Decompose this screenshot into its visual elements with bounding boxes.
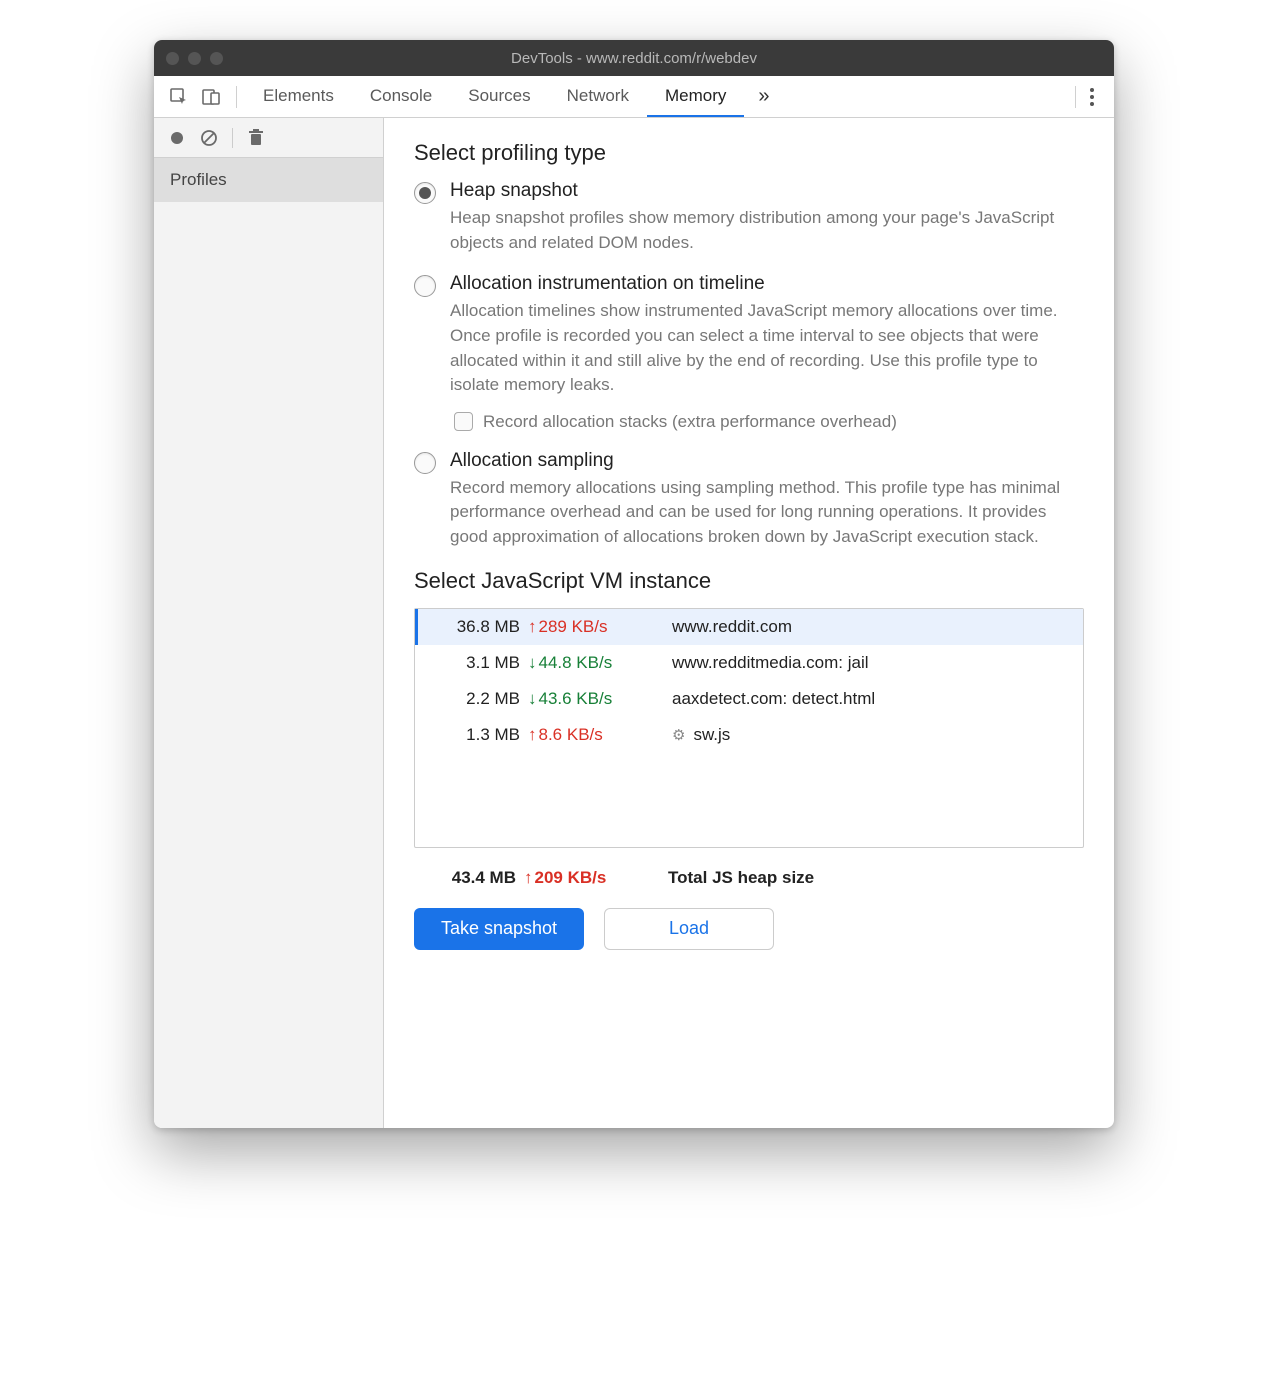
vm-size: 1.3 MB: [418, 725, 528, 745]
total-row: 43.4 MB ↑ 209 KB/s Total JS heap size: [414, 862, 1084, 894]
total-size: 43.4 MB: [414, 868, 524, 888]
gear-icon: ⚙: [672, 726, 685, 744]
vm-size: 36.8 MB: [418, 617, 528, 637]
more-tabs-button[interactable]: »: [744, 85, 783, 108]
titlebar: DevTools - www.reddit.com/r/webdev: [154, 40, 1114, 76]
option-description: Heap snapshot profiles show memory distr…: [450, 206, 1084, 255]
checkbox[interactable]: [454, 412, 473, 431]
section-title-vm: Select JavaScript VM instance: [414, 568, 1084, 594]
arrow-down-icon: ↓: [528, 653, 537, 673]
vm-host: www.redditmedia.com: jail: [658, 653, 1083, 673]
take-snapshot-button[interactable]: Take snapshot: [414, 908, 584, 950]
suboption: Record allocation stacks (extra performa…: [454, 412, 1084, 432]
vm-instance-row[interactable]: 1.3 MB↑8.6 KB/s⚙sw.js: [415, 717, 1083, 753]
record-icon[interactable]: [166, 127, 188, 149]
vm-instance-row[interactable]: 2.2 MB↓43.6 KB/saaxdetect.com: detect.ht…: [415, 681, 1083, 717]
vm-host: aaxdetect.com: detect.html: [658, 689, 1083, 709]
profiling-option: Heap snapshot Heap snapshot profiles show…: [414, 180, 1084, 255]
arrow-up-icon: ↑: [524, 868, 533, 888]
zoom-window-button[interactable]: [210, 52, 223, 65]
close-window-button[interactable]: [166, 52, 179, 65]
tab-elements[interactable]: Elements: [245, 76, 352, 117]
option-label: Heap snapshot: [450, 180, 1084, 202]
total-label: Total JS heap size: [654, 868, 1084, 888]
option-label: Allocation instrumentation on timeline: [450, 273, 1084, 295]
window-title: DevTools - www.reddit.com/r/webdev: [154, 50, 1114, 67]
tab-memory[interactable]: Memory: [647, 76, 744, 117]
vm-rate: ↓44.8 KB/s: [528, 653, 658, 673]
radio-button[interactable]: [414, 275, 436, 297]
profiling-option: Allocation sampling Record memory allocat…: [414, 450, 1084, 550]
option-label: Allocation sampling: [450, 450, 1084, 472]
vm-host: ⚙sw.js: [658, 725, 1083, 745]
tabbar: ElementsConsoleSourcesNetworkMemory »: [154, 76, 1114, 118]
devtools-window: DevTools - www.reddit.com/r/webdev Eleme…: [154, 40, 1114, 1128]
main-panel: Select profiling type Heap snapshotHeap …: [384, 118, 1114, 1128]
minimize-window-button[interactable]: [188, 52, 201, 65]
separator: [236, 86, 237, 108]
vm-host: www.reddit.com: [658, 617, 1083, 637]
vm-rate: ↑8.6 KB/s: [528, 725, 658, 745]
delete-icon[interactable]: [245, 127, 267, 149]
vm-rate: ↑289 KB/s: [528, 617, 658, 637]
tab-console[interactable]: Console: [352, 76, 450, 117]
suboption-label: Record allocation stacks (extra performa…: [483, 412, 897, 432]
vm-instance-row[interactable]: 36.8 MB↑289 KB/swww.reddit.com: [415, 609, 1083, 645]
window-controls: [166, 52, 223, 65]
tab-network[interactable]: Network: [549, 76, 647, 117]
vm-instance-row[interactable]: 3.1 MB↓44.8 KB/swww.redditmedia.com: jai…: [415, 645, 1083, 681]
separator: [232, 128, 233, 148]
radio-button[interactable]: [414, 452, 436, 474]
vm-size: 3.1 MB: [418, 653, 528, 673]
vm-instance-table: 36.8 MB↑289 KB/swww.reddit.com3.1 MB↓44.…: [414, 608, 1084, 848]
vm-size: 2.2 MB: [418, 689, 528, 709]
section-title-profiling: Select profiling type: [414, 140, 1084, 166]
tab-sources[interactable]: Sources: [450, 76, 548, 117]
option-description: Allocation timelines show instrumented J…: [450, 299, 1084, 398]
sidebar-item-profiles[interactable]: Profiles: [154, 158, 383, 202]
arrow-up-icon: ↑: [528, 725, 537, 745]
device-toolbar-icon[interactable]: [200, 86, 222, 108]
load-button[interactable]: Load: [604, 908, 774, 950]
radio-button[interactable]: [414, 182, 436, 204]
vm-rate: ↓43.6 KB/s: [528, 689, 658, 709]
clear-icon[interactable]: [198, 127, 220, 149]
option-description: Record memory allocations using sampling…: [450, 476, 1084, 550]
profiling-option: Allocation instrumentation on timeline Al…: [414, 273, 1084, 432]
inspect-element-icon[interactable]: [168, 86, 190, 108]
arrow-down-icon: ↓: [528, 689, 537, 709]
settings-menu-button[interactable]: [1084, 82, 1100, 112]
sidebar-toolbar: [154, 118, 383, 158]
sidebar-item-label: Profiles: [170, 170, 227, 189]
separator: [1075, 86, 1076, 108]
sidebar: Profiles: [154, 118, 384, 1128]
arrow-up-icon: ↑: [528, 617, 537, 637]
total-rate: 209 KB/s: [535, 868, 607, 888]
